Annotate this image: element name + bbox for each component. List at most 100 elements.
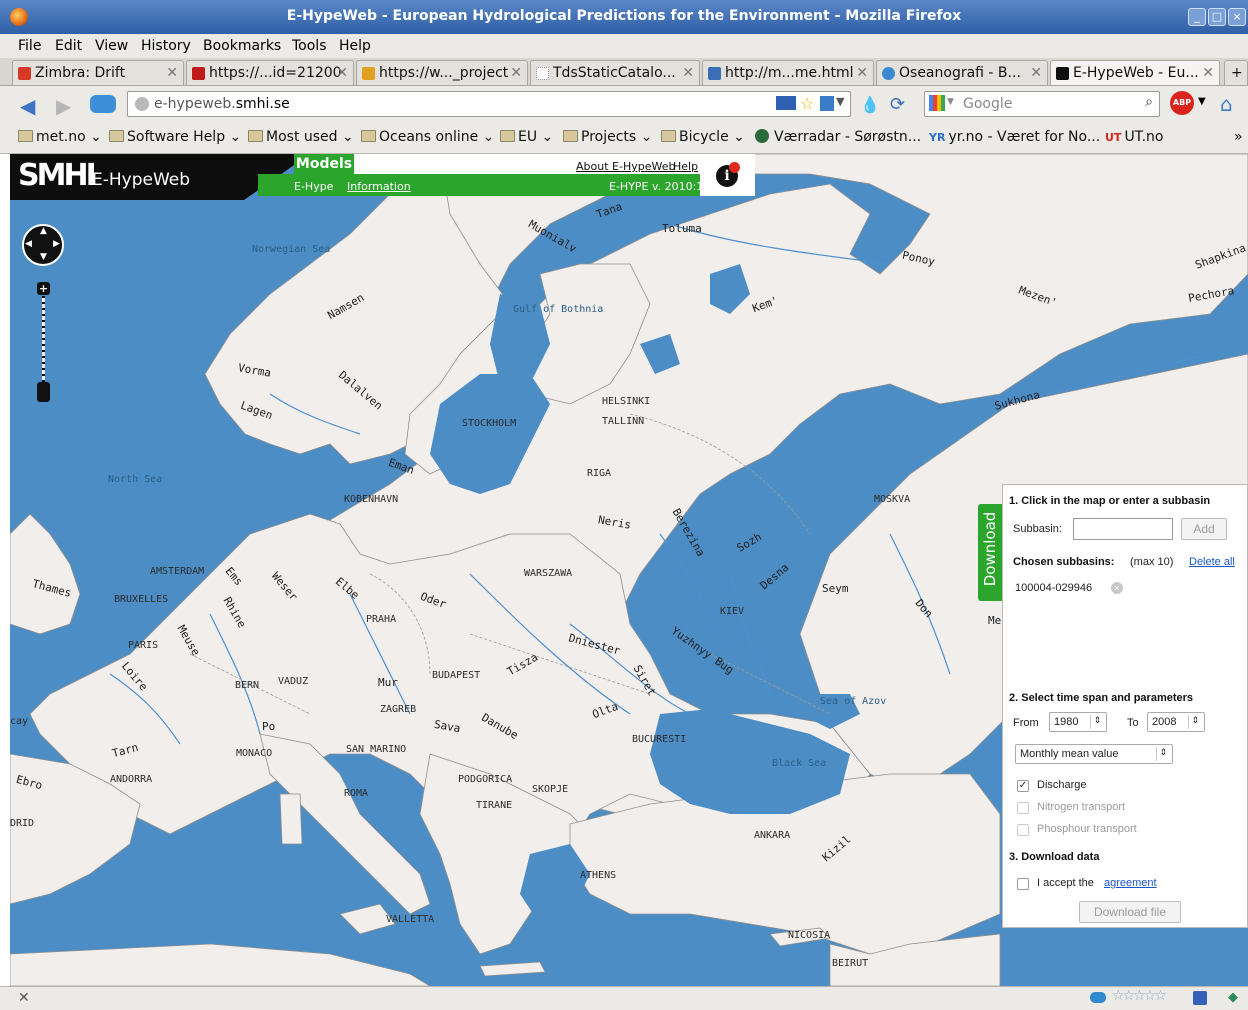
bookmark-vaerradar[interactable]: Værradar - Sørøstn... [755, 129, 921, 145]
accept-checkbox[interactable] [1017, 878, 1029, 890]
forward-arrow-icon[interactable]: ▶ [56, 94, 71, 118]
pan-up-icon[interactable]: ▲ [40, 226, 47, 236]
extension-icon[interactable] [1193, 991, 1207, 1005]
bookmark-folder-oceans-online[interactable]: Oceans online ⌄ [361, 129, 494, 145]
menu-edit[interactable]: Edit [55, 38, 82, 54]
tab-zimbra[interactable]: Zimbra: Drift ✕ [12, 60, 184, 85]
nitrogen-checkbox[interactable] [1017, 802, 1029, 814]
bookmark-folder-most-used[interactable]: Most used ⌄ [248, 129, 354, 145]
tab-project[interactable]: https://w..._project ✕ [356, 60, 528, 85]
bookmark-folder-metno[interactable]: met.no ⌄ [18, 129, 102, 145]
spinner-icon: ⇕ [1156, 747, 1170, 761]
pan-control[interactable]: ▲ ▼ ◀ ▶ [22, 224, 64, 266]
menu-help[interactable]: Help [339, 38, 371, 54]
bookmark-folder-eu[interactable]: EU ⌄ [500, 129, 553, 145]
home-screen-icon[interactable] [90, 95, 116, 113]
download-tab[interactable]: Download [978, 504, 1002, 601]
cloud-icon[interactable] [1090, 992, 1106, 1003]
maximize-icon[interactable]: □ [1208, 8, 1226, 26]
adblock-icon[interactable]: ABP [1170, 91, 1194, 115]
bookmark-folder-software-help[interactable]: Software Help ⌄ [109, 129, 241, 145]
models-tab[interactable]: Models [294, 154, 354, 174]
checkmark-icon [192, 67, 205, 80]
menu-view[interactable]: View [95, 38, 128, 54]
city-label: BRUXELLES [114, 594, 169, 605]
chosen-max: (max 10) [1130, 556, 1174, 568]
zoom-in-icon[interactable]: + [37, 282, 50, 295]
binoculars-icon[interactable]: ⌕ [1145, 94, 1153, 110]
close-tab-icon[interactable]: ✕ [510, 65, 522, 81]
close-tab-icon[interactable]: ✕ [856, 65, 868, 81]
window-title: E-HypeWeb - European Hydrological Predic… [286, 8, 962, 24]
ehype-link[interactable]: E-Hype [294, 180, 333, 193]
close-tab-icon[interactable]: ✕ [1202, 65, 1214, 81]
tab-me-html[interactable]: http://m...me.html ✕ [702, 60, 874, 85]
reload-icon[interactable]: ⟳ [890, 94, 905, 115]
bookmark-folder-projects[interactable]: Projects ⌄ [563, 129, 652, 145]
pan-down-icon[interactable]: ▼ [40, 252, 47, 262]
phosphour-checkbox[interactable] [1017, 824, 1029, 836]
agreement-link[interactable]: agreement [1104, 877, 1157, 889]
addon-icon[interactable]: ◆ [1228, 990, 1238, 1005]
information-link[interactable]: Information [347, 180, 411, 193]
city-label: ZAGREB [380, 704, 417, 715]
about-link[interactable]: About E-HypeWeb [576, 160, 675, 173]
chevron-down-icon[interactable]: ▼ [1198, 96, 1206, 107]
url-bar[interactable]: e-hypeweb.smhi.se ☆ ▼ [127, 91, 851, 117]
zoom-slider[interactable]: + [37, 282, 50, 402]
menu-tools[interactable]: Tools [292, 38, 327, 54]
status-close-icon[interactable]: ✕ [18, 990, 30, 1006]
tab-label: https://w..._project [379, 65, 509, 81]
from-select[interactable]: 1980 ⇕ [1049, 712, 1107, 732]
minimize-icon[interactable]: _ [1188, 8, 1206, 26]
help-link[interactable]: Help [673, 160, 698, 173]
bookmarks-overflow-icon[interactable]: » [1234, 129, 1243, 145]
river-label: Mur [378, 676, 398, 689]
remove-subbasin-icon[interactable]: × [1111, 582, 1123, 594]
bookmark-utno[interactable]: UT UT.no [1105, 129, 1163, 145]
subbasin-input[interactable] [1073, 518, 1173, 540]
rating-stars-icon[interactable]: ☆☆☆☆☆ [1112, 988, 1167, 1004]
discharge-checkbox[interactable]: ✓ [1017, 780, 1029, 792]
drop-icon[interactable]: 💧 [860, 95, 880, 114]
tab-id21200[interactable]: https://...id=21200 ✕ [186, 60, 354, 85]
close-tab-icon[interactable]: ✕ [166, 65, 178, 81]
delete-all-link[interactable]: Delete all [1189, 556, 1235, 568]
add-button[interactable]: Add [1181, 518, 1227, 540]
back-arrow-icon[interactable]: ◀ [20, 94, 35, 118]
search-input[interactable]: ▼ Google ⌕ [924, 91, 1160, 117]
to-select[interactable]: 2008 ⇕ [1147, 712, 1205, 732]
map-viewport[interactable]: Norwegian Sea North Sea Gulf of Bothnia … [10, 154, 1248, 986]
bookmark-yrno[interactable]: YR yr.no - Været for No... [929, 129, 1100, 145]
new-tab-button[interactable]: + [1224, 60, 1248, 85]
pan-right-icon[interactable]: ▶ [53, 239, 60, 249]
radar-icon [755, 129, 769, 143]
download-panel: 1. Click in the map or enter a subbasin … [1002, 484, 1248, 928]
tab-oseanografi[interactable]: Oseanografi - B... ✕ [876, 60, 1048, 85]
close-tab-icon[interactable]: ✕ [682, 65, 694, 81]
chevron-down-icon[interactable]: ▼ [836, 95, 844, 108]
tab-ehypeweb[interactable]: E-HypeWeb - Eu... ✕ [1050, 60, 1220, 85]
flag-icon[interactable] [776, 96, 796, 110]
zoom-handle[interactable] [37, 382, 50, 402]
menu-file[interactable]: File [18, 38, 41, 54]
pan-left-icon[interactable]: ◀ [25, 239, 32, 249]
zoom-track[interactable] [42, 296, 45, 384]
folder-icon [248, 130, 263, 142]
statistic-select[interactable]: Monthly mean value ⇕ [1015, 744, 1173, 764]
download-file-button[interactable]: Download file [1079, 901, 1181, 923]
close-tab-icon[interactable]: ✕ [336, 65, 348, 81]
city-label: MOSKVA [874, 494, 911, 505]
star-icon[interactable]: ☆ [800, 94, 814, 113]
chevron-down-icon: ▼ [947, 97, 954, 107]
close-tab-icon[interactable]: ✕ [1030, 65, 1042, 81]
bookmark-folder-bicycle[interactable]: Bicycle ⌄ [661, 129, 745, 145]
smhi-logo[interactable]: SMHI [18, 158, 97, 193]
menu-bookmarks[interactable]: Bookmarks [203, 38, 281, 54]
rss-icon[interactable] [820, 96, 834, 111]
tab-tdsstatic[interactable]: TdsStaticCatalo... ✕ [530, 60, 700, 85]
edge-label: DRID [10, 818, 35, 829]
menu-history[interactable]: History [141, 38, 191, 54]
close-window-icon[interactable]: × [1228, 8, 1246, 26]
home-icon[interactable]: ⌂ [1220, 92, 1233, 116]
